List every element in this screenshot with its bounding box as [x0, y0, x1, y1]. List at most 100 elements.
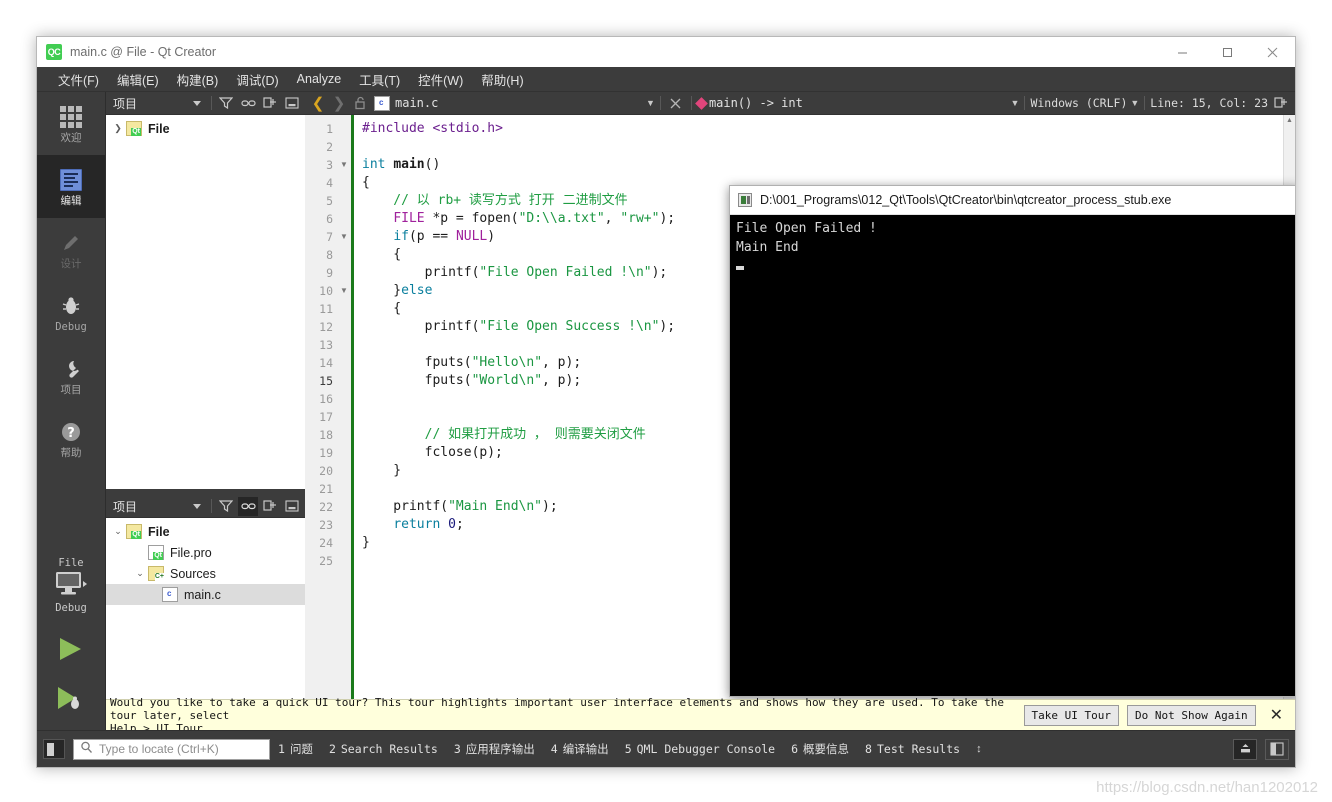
output-tab-4[interactable]: 4 编译输出: [551, 741, 609, 757]
output-tab-3[interactable]: 3 应用程序输出: [454, 741, 535, 757]
output-tab-number: 4: [550, 742, 558, 756]
run-configuration-selector[interactable]: File Debug: [37, 553, 105, 614]
mode-edit[interactable]: 编辑: [37, 155, 105, 218]
caret-down-icon[interactable]: ▼: [646, 98, 655, 108]
line-number: 4: [326, 176, 333, 190]
menu-build[interactable]: 构建(B): [168, 67, 228, 92]
console-window[interactable]: D:\001_Programs\012_Qt\Tools\QtCreator\b…: [729, 185, 1295, 697]
mode-debug[interactable]: Debug: [37, 281, 105, 344]
chevron-down-icon[interactable]: ⌄: [132, 568, 148, 579]
chevron-left-icon[interactable]: ❮: [309, 94, 327, 112]
projects-tree-top[interactable]: ❯ File: [106, 115, 305, 489]
filter-icon[interactable]: [216, 497, 236, 516]
minimize-pane-icon[interactable]: [282, 94, 302, 113]
console-output: File Open Failed ! Main End: [730, 215, 1295, 280]
mode-welcome-label: 欢迎: [60, 131, 82, 144]
cpp-folder-icon: [148, 566, 164, 581]
chevron-right-icon[interactable]: ❯: [330, 94, 348, 112]
menu-edit[interactable]: 编辑(E): [108, 67, 168, 92]
fold-marker[interactable]: ▼: [337, 156, 351, 174]
mode-welcome[interactable]: 欢迎: [37, 92, 105, 155]
mode-projects[interactable]: 项目: [37, 344, 105, 407]
unlocked-padlock-icon[interactable]: [351, 94, 371, 113]
run-button[interactable]: [56, 636, 86, 667]
close-editor-icon[interactable]: [666, 94, 686, 113]
chevron-right-icon[interactable]: ❯: [110, 123, 126, 134]
do-not-show-again-button[interactable]: Do Not Show Again: [1127, 704, 1256, 726]
caret-down-icon[interactable]: [187, 94, 207, 113]
output-tab-label: 编译输出: [562, 742, 609, 756]
tree-row-sources[interactable]: ⌄ Sources: [106, 563, 305, 584]
maximize-button[interactable]: [1205, 37, 1250, 67]
scroll-up-icon[interactable]: ▲: [1284, 115, 1295, 127]
toolbar-divider: [211, 499, 212, 513]
locator-input[interactable]: Type to locate (Ctrl+K): [73, 738, 270, 760]
close-banner-icon[interactable]: ✕: [1264, 705, 1289, 725]
close-button[interactable]: [1250, 37, 1295, 67]
debug-button[interactable]: [54, 685, 88, 716]
caret-down-icon[interactable]: ▼: [1011, 98, 1020, 108]
fold-marker[interactable]: ▼: [337, 228, 351, 246]
split-icon[interactable]: [260, 94, 280, 113]
console-cursor: [736, 266, 744, 270]
toolbar-divider: [659, 96, 661, 110]
output-tab-2[interactable]: 2 Search Results: [329, 742, 438, 756]
split-icon[interactable]: [260, 497, 280, 516]
tree-row-file[interactable]: ⌄ File: [106, 521, 305, 542]
qt-project-icon: [126, 524, 142, 539]
output-tab-number: 1: [278, 742, 285, 756]
editor-tab-main-c[interactable]: main.c: [395, 96, 438, 110]
output-tab-1[interactable]: 1 问题: [278, 741, 313, 757]
minimize-output-button[interactable]: [1233, 738, 1257, 760]
line-ending-selector[interactable]: Windows (CRLF): [1030, 96, 1127, 110]
output-tab-6[interactable]: 6 概要信息: [791, 741, 849, 757]
qt-pro-file-icon: [148, 545, 164, 560]
minimize-pane-icon[interactable]: [282, 497, 302, 516]
minimize-button[interactable]: [1160, 37, 1205, 67]
bug-icon: [60, 293, 82, 319]
editor-toolbar: ❮ ❯ main.c ▼ main() -> int: [305, 92, 1295, 115]
take-ui-tour-button[interactable]: Take UI Tour: [1023, 704, 1119, 726]
menu-help[interactable]: 帮助(H): [472, 67, 532, 92]
filter-icon[interactable]: [216, 94, 236, 113]
menu-tools[interactable]: 工具(T): [350, 67, 409, 92]
symbol-selector[interactable]: main() -> int: [709, 96, 803, 110]
toggle-sidebar-button[interactable]: [43, 739, 65, 759]
tree-row-file-pro[interactable]: File.pro: [106, 542, 305, 563]
code-line: #include <stdio.h>: [362, 121, 503, 136]
link-icon[interactable]: [238, 94, 258, 113]
line-number: 14: [319, 356, 333, 370]
up-down-arrows-icon[interactable]: ↕: [976, 743, 982, 755]
console-title-bar: D:\001_Programs\012_Qt\Tools\QtCreator\b…: [730, 186, 1295, 215]
tree-row-file-top[interactable]: ❯ File: [106, 118, 305, 139]
tree-row-main-c[interactable]: main.c: [106, 584, 305, 605]
output-tab-8[interactable]: 8 Test Results: [865, 742, 960, 756]
link-icon[interactable]: [238, 496, 258, 516]
console-line-2: Main End: [736, 240, 799, 255]
mode-design-label: 设计: [60, 257, 82, 270]
caret-down-icon[interactable]: ▼: [1130, 98, 1139, 108]
pink-diamond-icon: [695, 96, 708, 110]
caret-down-icon[interactable]: [187, 497, 207, 516]
mode-help[interactable]: ? 帮助: [37, 407, 105, 470]
toolbar-divider: [1024, 96, 1026, 110]
line-number: 7: [326, 230, 333, 244]
split-editor-icon[interactable]: [1271, 94, 1291, 113]
menu-analyze[interactable]: Analyze: [288, 69, 350, 89]
output-tab-5[interactable]: 5 QML Debugger Console: [625, 742, 775, 756]
output-tab-label: 应用程序输出: [465, 742, 535, 756]
toggle-right-sidebar-button[interactable]: [1265, 738, 1289, 760]
fold-marker[interactable]: ▼: [337, 282, 351, 300]
menu-debug[interactable]: 调试(D): [227, 67, 287, 92]
fold-marker-bar[interactable]: ▼ ▼ ▼: [337, 115, 351, 767]
chevron-down-icon[interactable]: ⌄: [110, 526, 126, 537]
output-tab-number: 5: [624, 742, 632, 756]
menu-window[interactable]: 控件(W): [409, 67, 472, 92]
menu-file[interactable]: 文件(F): [49, 67, 108, 92]
